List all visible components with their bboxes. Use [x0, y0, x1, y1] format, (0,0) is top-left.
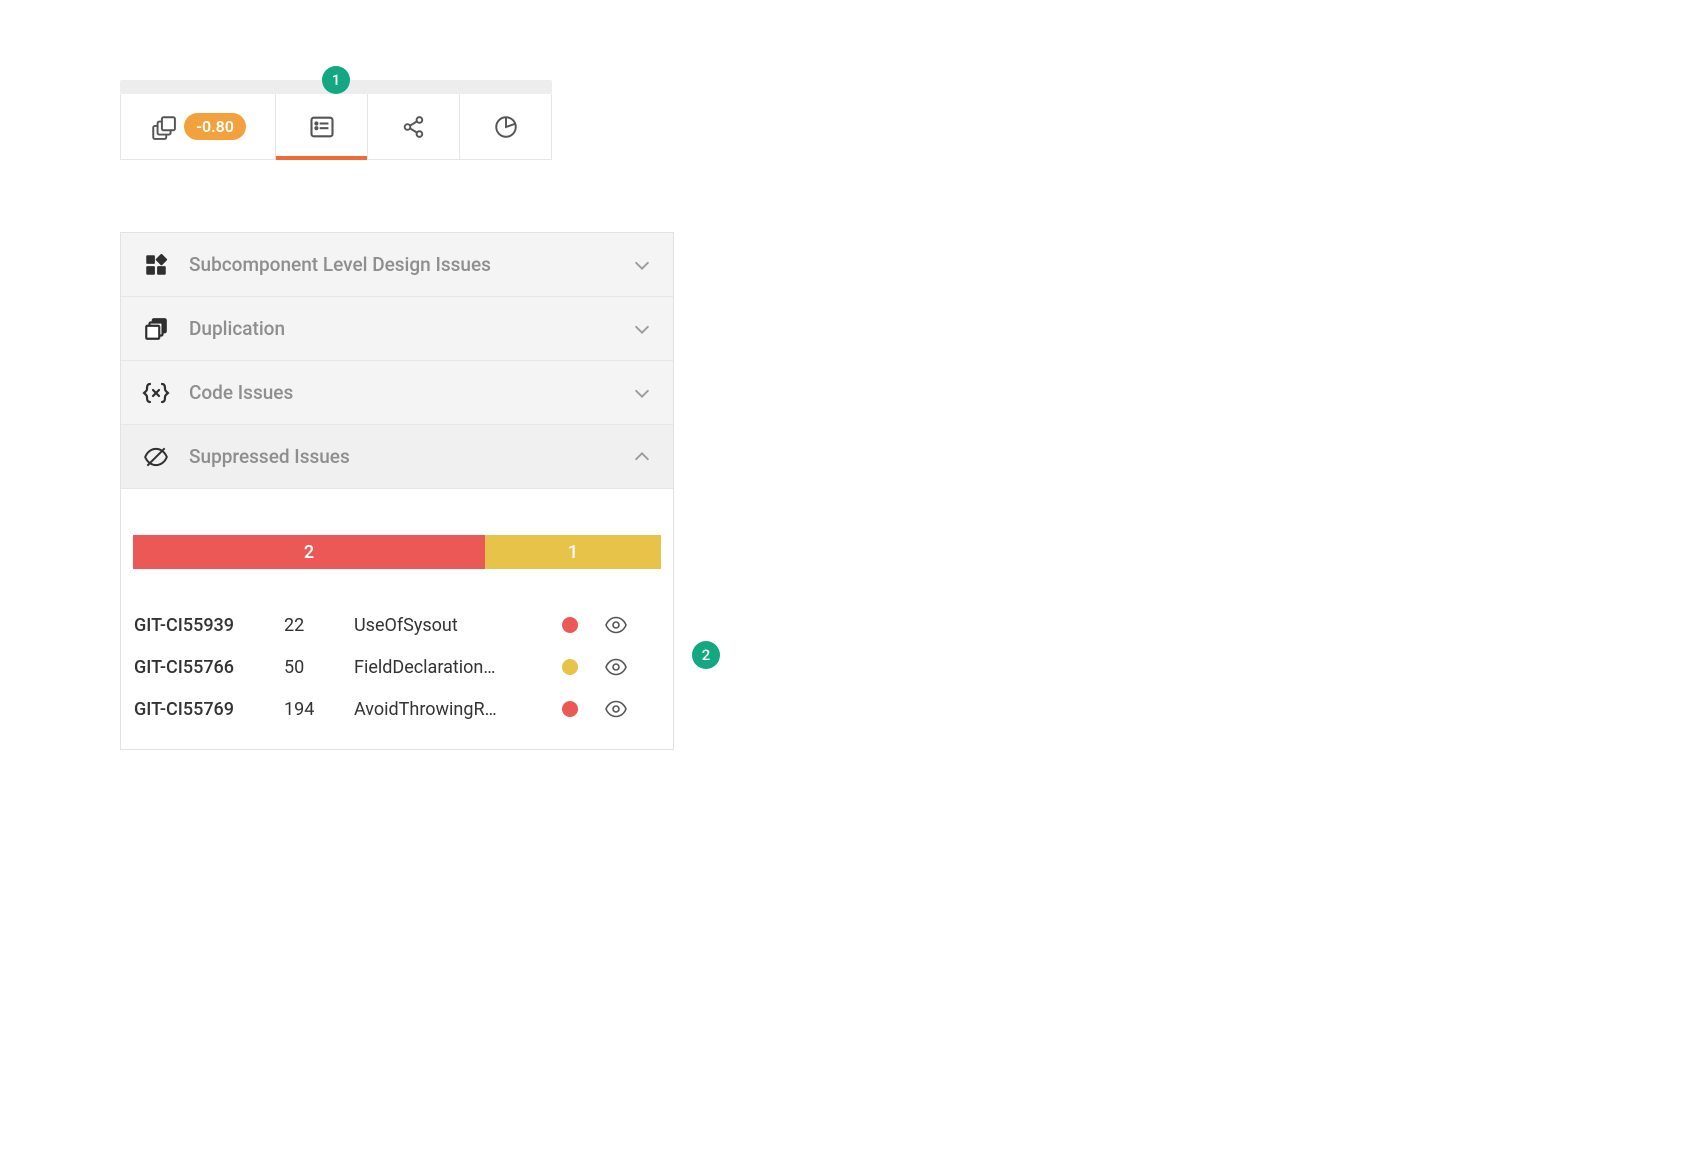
eye-off-icon — [141, 444, 171, 470]
unsuppress-button[interactable] — [604, 655, 628, 679]
tabstrip: -0.80 — [120, 94, 552, 160]
score-badge: -0.80 — [184, 113, 246, 140]
accordion-label: Suppressed Issues — [189, 445, 613, 468]
issue-id: GIT-CI55766 — [134, 657, 274, 678]
tab-chart[interactable] — [460, 94, 552, 159]
issue-row[interactable]: GIT-CI55939 22 UseOfSysout — [134, 613, 660, 637]
share-nodes-icon — [401, 114, 427, 140]
chevron-down-icon — [631, 382, 653, 404]
grid-icon — [141, 252, 171, 278]
annotation-badge-2: 2 — [692, 641, 720, 669]
suppressed-issues-body: 2 1 GIT-CI55939 22 UseOfSysout — [121, 489, 673, 749]
severity-segment-warning[interactable]: 1 — [485, 535, 661, 569]
pie-chart-icon — [493, 114, 519, 140]
severity-count: 2 — [304, 542, 314, 563]
accordion-label: Code Issues — [189, 381, 613, 404]
issue-id: GIT-CI55939 — [134, 615, 274, 636]
unsuppress-button[interactable] — [604, 697, 628, 721]
issue-name: UseOfSysout — [354, 615, 544, 636]
chevron-down-icon — [631, 254, 653, 276]
accordion-code-issues[interactable]: Code Issues — [121, 361, 673, 425]
annotation-badge-1: 1 — [322, 66, 350, 94]
severity-dot — [562, 659, 578, 675]
issue-row[interactable]: GIT-CI55766 50 FieldDeclaration… — [134, 655, 660, 679]
issue-name: FieldDeclaration… — [354, 657, 544, 678]
tab-layers[interactable]: -0.80 — [120, 94, 276, 159]
issue-line: 194 — [284, 699, 344, 720]
accordion-duplication[interactable]: Duplication — [121, 297, 673, 361]
accordion-label: Duplication — [189, 317, 613, 340]
issues-panel: Subcomponent Level Design Issues Duplica… — [120, 232, 674, 750]
accordion-suppressed-issues[interactable]: Suppressed Issues — [121, 425, 673, 489]
issue-list: GIT-CI55939 22 UseOfSysout GIT-CI55766 5… — [133, 613, 661, 721]
severity-bar: 2 1 — [133, 535, 661, 569]
tab-graph[interactable] — [368, 94, 460, 159]
issue-name: AvoidThrowingR… — [354, 699, 544, 720]
issue-line: 50 — [284, 657, 344, 678]
issue-line: 22 — [284, 615, 344, 636]
layers-icon — [150, 114, 176, 140]
severity-segment-critical[interactable]: 2 — [133, 535, 485, 569]
severity-count: 1 — [568, 542, 578, 563]
issue-id: GIT-CI55769 — [134, 699, 274, 720]
unsuppress-button[interactable] — [604, 613, 628, 637]
tab-list[interactable] — [276, 94, 368, 159]
severity-dot — [562, 617, 578, 633]
stack-icon — [141, 316, 171, 342]
accordion-design-issues[interactable]: Subcomponent Level Design Issues — [121, 233, 673, 297]
accordion-label: Subcomponent Level Design Issues — [189, 253, 613, 276]
issue-row[interactable]: GIT-CI55769 194 AvoidThrowingR… — [134, 697, 660, 721]
brace-x-icon — [141, 380, 171, 406]
chevron-up-icon — [631, 446, 653, 468]
severity-dot — [562, 701, 578, 717]
list-icon — [308, 113, 336, 141]
chevron-down-icon — [631, 318, 653, 340]
